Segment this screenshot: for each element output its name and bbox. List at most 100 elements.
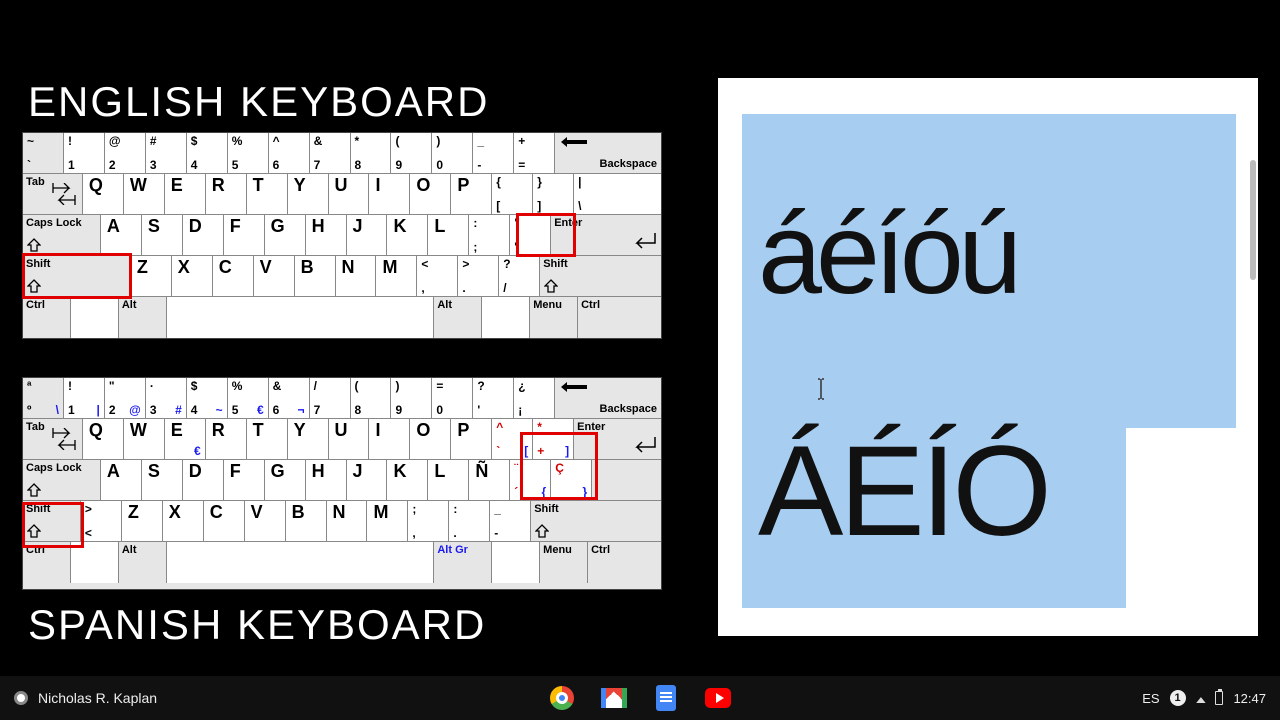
key-en-E[interactable]: E [165,174,206,214]
key-en-O[interactable]: O [410,174,451,214]
key-en-X[interactable]: X [172,256,213,296]
key-alt-right[interactable]: Alt [434,297,482,338]
key-es-,[interactable]: ;, [408,501,449,541]
key-es-U[interactable]: U [329,419,370,459]
key-alt-left[interactable]: Alt [119,297,167,338]
key-en-1[interactable]: !1 [64,133,105,173]
key-ctrl-right[interactable]: Ctrl [588,542,661,583]
key-es-E[interactable]: E€ [165,419,206,459]
key-menu[interactable]: Menu [530,297,578,338]
key-space[interactable] [167,542,435,583]
key-es-Z[interactable]: Z [122,501,163,541]
key-en-U[interactable]: U [329,174,370,214]
key-es-G[interactable]: G [265,460,306,500]
key-alt-left[interactable]: Alt [119,542,167,583]
key-es-O[interactable]: O [410,419,451,459]
key-es-¨[interactable]: ¨´{ [510,460,551,500]
key-en-9[interactable]: (9 [391,133,432,173]
chrome-icon[interactable] [549,685,575,711]
key-es-M[interactable]: M [367,501,408,541]
shelf-status-tray[interactable]: ES 1 12:47 [1142,690,1266,706]
notification-count[interactable]: 1 [1170,690,1186,706]
key-shift-right[interactable]: Shift [531,501,661,541]
key-es-7[interactable]: /7 [310,378,351,418]
key-es-`[interactable]: ^`[ [492,419,533,459]
key-ctrl-left[interactable]: Ctrl [23,542,71,583]
key-enter[interactable]: Enter [551,215,661,255]
key-es-8[interactable]: (8 [351,378,392,418]
key-es-Ç[interactable]: Ç} [551,460,592,500]
key-es-V[interactable]: V [245,501,286,541]
key-en-,[interactable]: <, [417,256,458,296]
key-es-.[interactable]: :. [449,501,490,541]
key-capslock[interactable]: Caps Lock [23,460,101,500]
key-en-M[interactable]: M [376,256,417,296]
key-es-0[interactable]: =0 [432,378,473,418]
key-en-T[interactable]: T [247,174,288,214]
key-en-=[interactable]: += [514,133,555,173]
key-ctrl-left[interactable]: Ctrl [23,297,71,338]
key-es-P[interactable]: P [451,419,492,459]
key-es-5[interactable]: %5€ [228,378,269,418]
key-es-F[interactable]: F [224,460,265,500]
key-en-S[interactable]: S [142,215,183,255]
key-capslock[interactable]: Caps Lock [23,215,101,255]
key-en-I[interactable]: I [369,174,410,214]
key-enter[interactable]: Enter [574,419,661,459]
key-es-W[interactable]: W [124,419,165,459]
key-es-R[interactable]: R [206,419,247,459]
key-en-R[interactable]: R [206,174,247,214]
key-ctrl-right[interactable]: Ctrl [578,297,661,338]
key-en-L[interactable]: L [428,215,469,255]
key-os-left[interactable] [71,297,119,338]
key-shift-left[interactable]: Shift [23,256,131,296]
key-os-left[interactable] [71,542,119,583]
key-es-I[interactable]: I [369,419,410,459]
key-es-1[interactable]: !1| [64,378,105,418]
shelf-user-name[interactable]: Nicholas R. Kaplan [38,690,157,706]
key-os-right[interactable] [482,297,530,338]
key-tab[interactable]: Tab [23,174,83,214]
key-space[interactable] [167,297,435,338]
key-en-B[interactable]: B [295,256,336,296]
key-en--[interactable]: _- [473,133,514,173]
shelf-clock[interactable]: 12:47 [1233,691,1266,706]
key-es-¡[interactable]: ¿¡ [514,378,555,418]
key-es-4[interactable]: $4~ [187,378,228,418]
key-en-G[interactable]: G [265,215,306,255]
key-en-0[interactable]: )0 [432,133,473,173]
key-es-A[interactable]: A [101,460,142,500]
key-en-[[interactable]: {[ [492,174,533,214]
key-es-L[interactable]: L [428,460,469,500]
key-es-6[interactable]: &6¬ [269,378,310,418]
key-es--[interactable]: _- [490,501,531,541]
key-en-J[interactable]: J [347,215,388,255]
key-en-V[interactable]: V [254,256,295,296]
key-es-angle[interactable]: >< [81,501,122,541]
key-en-W[interactable]: W [124,174,165,214]
key-en-3[interactable]: #3 [146,133,187,173]
key-en-D[interactable]: D [183,215,224,255]
ime-indicator[interactable]: ES [1142,691,1159,706]
key-backspace[interactable]: Backspace [555,133,661,173]
scrollbar-thumb[interactable] [1250,160,1256,280]
key-en-F[interactable]: F [224,215,265,255]
key-es-º[interactable]: ªº\ [23,378,64,418]
key-backspace[interactable]: Backspace [555,378,661,418]
key-es-3[interactable]: ·3# [146,378,187,418]
key-es-X[interactable]: X [163,501,204,541]
key-en-H[interactable]: H [306,215,347,255]
key-en-.[interactable]: >. [458,256,499,296]
key-es-2[interactable]: "2@ [105,378,146,418]
key-en-A[interactable]: A [101,215,142,255]
key-es-T[interactable]: T [247,419,288,459]
key-es-9[interactable]: )9 [391,378,432,418]
key-en-'[interactable]: "' [510,215,551,255]
key-menu[interactable]: Menu [540,542,588,583]
youtube-icon[interactable] [705,685,731,711]
key-en-][interactable]: }] [533,174,574,214]
key-es-J[interactable]: J [347,460,388,500]
key-en-4[interactable]: $4 [187,133,228,173]
gmail-icon[interactable] [601,685,627,711]
key-os-right[interactable] [492,542,540,583]
